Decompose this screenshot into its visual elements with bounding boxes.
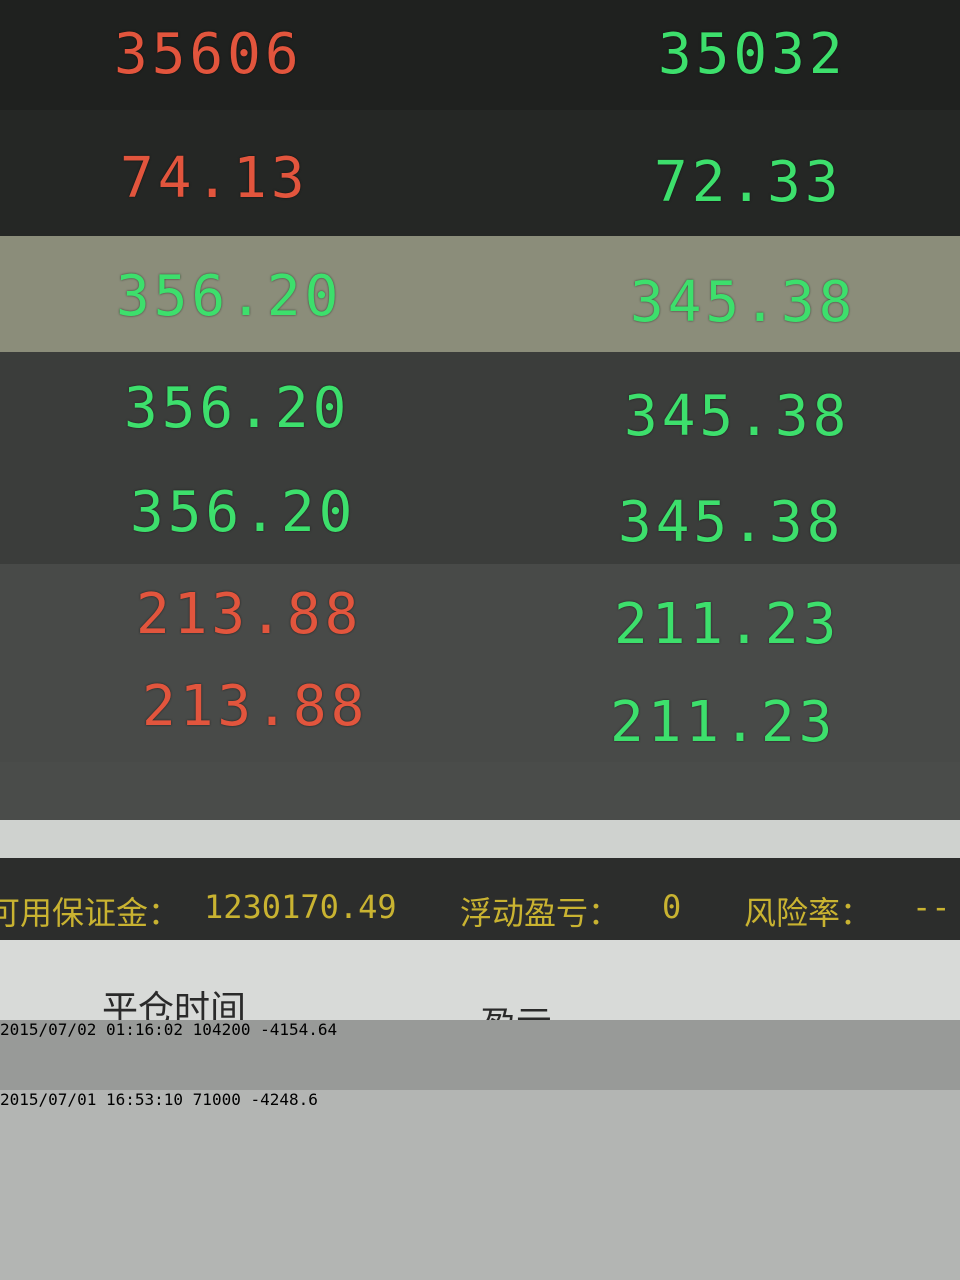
quote-row[interactable]: 74.13 72.33 (0, 110, 960, 236)
cell-close-time: 2015/07/02 01:16:02 (0, 1020, 184, 1039)
quote-row[interactable]: 35606 35032 (0, 0, 960, 110)
cell-fee: -4154.64 (260, 1020, 338, 1039)
table-row[interactable]: 2015/07/02 01:16:02 104200 -4154.64 (0, 1020, 960, 1090)
quote-low-value: 345.38 (624, 384, 851, 449)
quote-low-value: 72.33 (654, 150, 843, 215)
quote-low-value: 345.38 (618, 490, 845, 555)
quote-high-value: 74.13 (120, 146, 309, 211)
risk-rate-value: -- (912, 888, 951, 926)
table-row[interactable]: 2015/07/01 16:53:10 71000 -4248.6 (0, 1090, 960, 1280)
quote-low-value: 211.23 (610, 690, 837, 755)
cell-pnl: 71000 (192, 1090, 241, 1109)
quote-panel: 35606 35032 74.13 72.33 356.20 345.38 35… (0, 0, 960, 830)
quote-high-value: 356.20 (116, 264, 343, 329)
cell-pnl: 104200 (192, 1020, 251, 1039)
quote-high-value: 213.88 (142, 674, 369, 739)
quote-row[interactable]: 213.88 211.23 (0, 662, 960, 762)
cell-close-time: 2015/07/01 16:53:10 (0, 1090, 184, 1109)
quote-row-selected[interactable]: 356.20 345.38 (0, 236, 960, 352)
margin-label: 可用保证金： (0, 894, 181, 932)
quote-low-value: 345.38 (630, 270, 857, 335)
float-pnl-label: 浮动盈亏： (460, 894, 621, 932)
quote-high-value: 213.88 (136, 582, 363, 647)
quote-row[interactable]: 213.88 211.23 (0, 564, 960, 662)
quote-low-value: 211.23 (614, 592, 841, 657)
quote-high-value: 356.20 (130, 480, 357, 545)
float-pnl-value: 0 (662, 888, 682, 926)
risk-rate-label: 风险率： (744, 894, 873, 932)
quote-high-value: 356.20 (124, 376, 351, 441)
cell-fee: -4248.6 (250, 1090, 318, 1109)
account-summary-bar: 可用保证金： 1230170.49 浮动盈亏： 0 风险率： -- (0, 820, 960, 950)
quote-high-value: 35606 (114, 22, 303, 87)
margin-value: 1230170.49 (204, 888, 397, 926)
quote-row[interactable]: 356.20 345.38 (0, 462, 960, 564)
quote-row[interactable]: 356.20 345.38 (0, 352, 960, 462)
quote-low-value: 35032 (658, 22, 847, 87)
